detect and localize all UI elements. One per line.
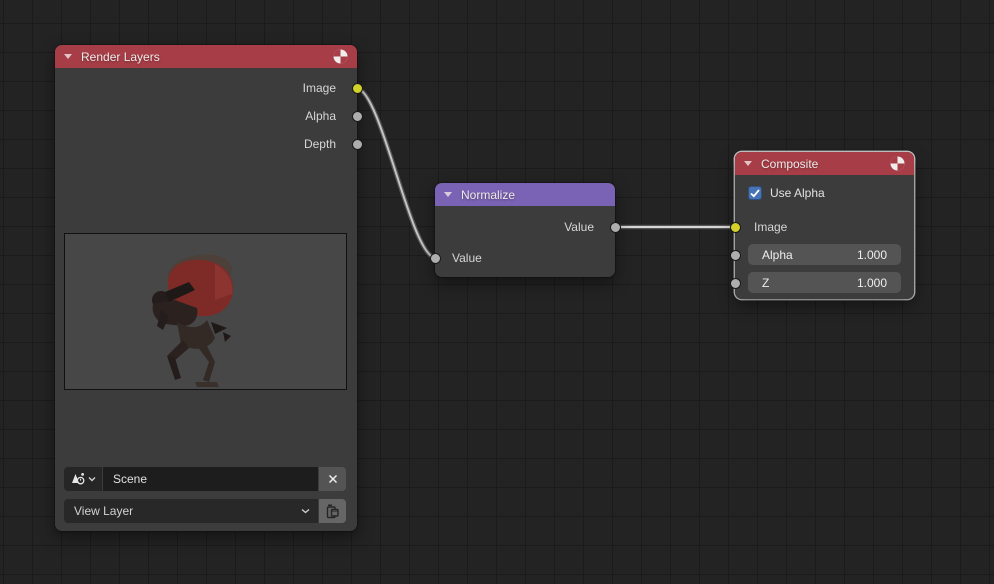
z-value-field[interactable]: Z 1.000 [748,272,901,293]
input-label-value: Value [452,251,482,265]
collapse-icon[interactable] [444,192,452,197]
node-normalize[interactable]: Normalize Value Value [435,183,615,277]
node-title: Composite [761,157,818,171]
output-label-depth: Depth [304,137,336,151]
socket-image-input[interactable] [730,222,741,233]
output-label-image: Image [303,81,336,95]
node-title: Render Layers [81,50,160,64]
input-label-image: Image [754,220,787,234]
composite-header[interactable]: Composite [735,152,914,175]
alpha-field-value: 1.000 [857,248,887,262]
alpha-field-label: Alpha [762,248,793,262]
socket-alpha-output[interactable] [352,111,363,122]
collapse-icon[interactable] [744,161,752,166]
use-alpha-row: Use Alpha [748,184,825,202]
socket-z-input[interactable] [730,278,741,289]
socket-value-output[interactable] [610,222,621,233]
scene-unlink-button[interactable] [319,467,346,491]
render-result-icon [890,156,905,171]
node-render-layers[interactable]: Render Layers Image Alpha Depth [55,45,357,531]
render-layers-header[interactable]: Render Layers [55,45,357,68]
use-alpha-checkbox[interactable] [748,186,762,200]
scene-icon [71,472,86,487]
close-icon [328,474,338,484]
node-editor-canvas[interactable]: Render Layers Image Alpha Depth [0,0,994,584]
node-title: Normalize [461,188,515,202]
view-layer-row: View Layer [64,499,346,523]
checkmark-icon [750,189,760,198]
normalize-header[interactable]: Normalize [435,183,615,206]
view-layer-value: View Layer [74,504,133,518]
socket-image-output[interactable] [352,83,363,94]
output-label-alpha: Alpha [305,109,336,123]
use-alpha-label: Use Alpha [770,186,825,200]
scene-browse-button[interactable] [64,467,102,491]
render-layers-icon [325,503,340,519]
scene-selector-row: Scene [64,467,346,491]
node-composite[interactable]: Composite Use Alpha Image Alpha 1.000 [735,152,914,299]
z-field-label: Z [762,276,769,290]
chevron-down-icon [301,508,310,514]
socket-depth-output[interactable] [352,139,363,150]
preview-character-art [65,234,346,389]
render-result-icon [333,49,348,64]
socket-value-input[interactable] [430,253,441,264]
collapse-icon[interactable] [64,54,72,59]
socket-alpha-input[interactable] [730,250,741,261]
chevron-down-icon [88,476,96,482]
render-preview-image [64,233,347,390]
output-label-value: Value [564,220,594,234]
alpha-value-field[interactable]: Alpha 1.000 [748,244,901,265]
view-layer-dropdown[interactable]: View Layer [64,499,318,523]
recalculate-view-layer-button[interactable] [319,499,346,523]
scene-name-value: Scene [113,472,147,486]
wire-image-to-normalize[interactable] [357,88,435,258]
scene-name-field[interactable]: Scene [103,467,318,491]
z-field-value: 1.000 [857,276,887,290]
